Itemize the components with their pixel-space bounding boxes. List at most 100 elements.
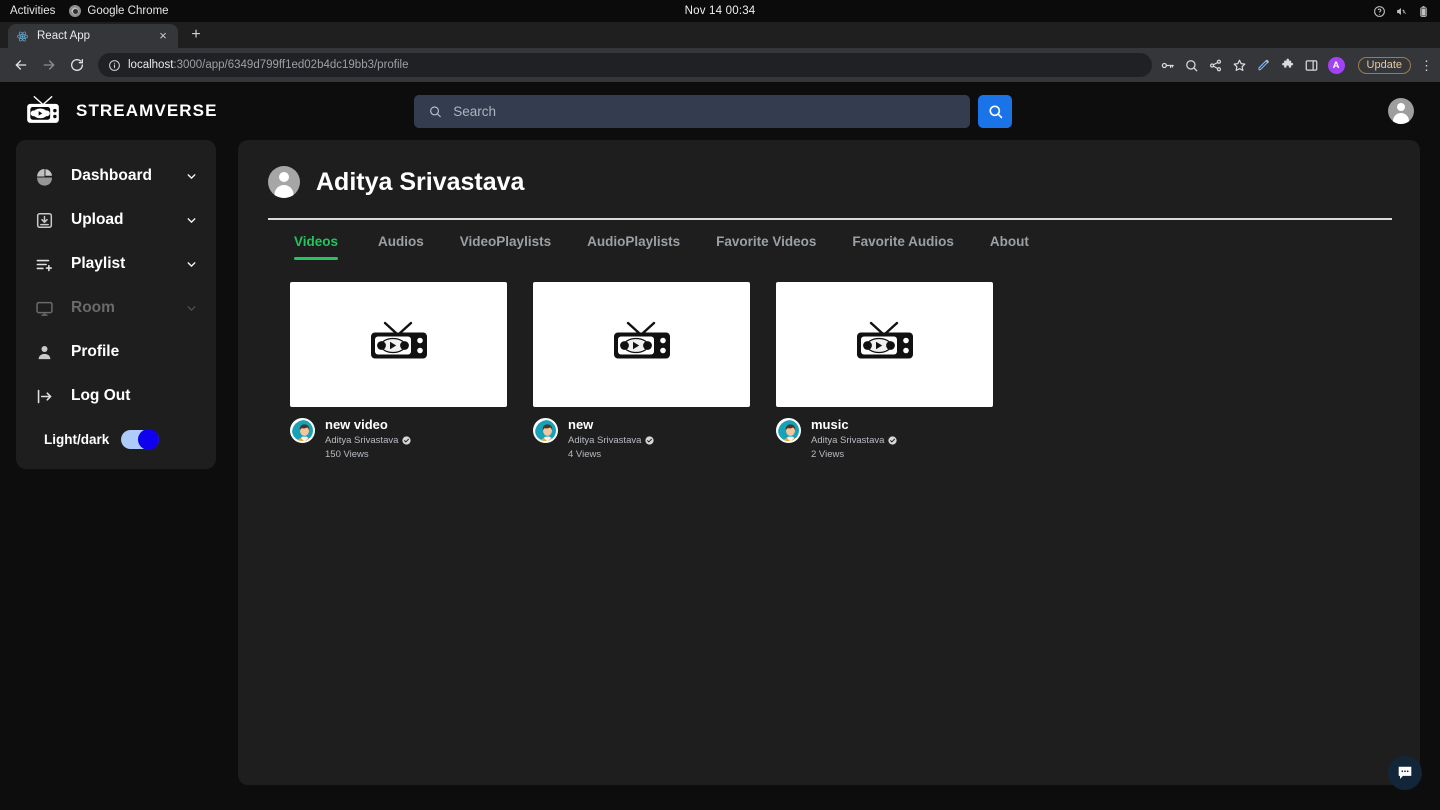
- app-root: STREAMVERSE Search Dashboard Upload Play…: [0, 82, 1440, 810]
- chevron-down-icon[interactable]: [185, 258, 198, 271]
- tab-favorite-videos[interactable]: Favorite Videos: [698, 234, 834, 260]
- account-avatar[interactable]: [1388, 98, 1414, 124]
- chevron-down-icon[interactable]: [185, 170, 198, 183]
- browser-profile-avatar[interactable]: A: [1327, 56, 1345, 74]
- tab-favorite-audios[interactable]: Favorite Audios: [834, 234, 972, 260]
- zoom-search-icon[interactable]: [1184, 58, 1199, 73]
- chrome-icon: [69, 5, 82, 17]
- chevron-down-icon[interactable]: [185, 214, 198, 227]
- sidebar-item-playlist[interactable]: Playlist: [16, 242, 216, 286]
- os-top-bar: Activities Google Chrome Nov 14 00:34: [0, 0, 1440, 22]
- video-card[interactable]: new Aditya Srivastava 4 Views: [533, 281, 750, 460]
- browser-toolbar: localhost:3000/app/6349d799ff1ed02b4dc19…: [0, 48, 1440, 82]
- url-path: :3000/app/6349d799ff1ed02b4dc19bb3/profi…: [173, 59, 409, 71]
- tv-icon: [370, 321, 427, 359]
- forward-button[interactable]: [36, 52, 62, 78]
- channel-avatar[interactable]: [776, 417, 801, 443]
- volume-muted-icon[interactable]: [1395, 5, 1408, 18]
- video-title: new video: [325, 416, 388, 432]
- help-icon[interactable]: [1373, 5, 1386, 18]
- avatar-body: [274, 185, 294, 198]
- close-icon[interactable]: ×: [156, 29, 170, 43]
- app-body: Dashboard Upload Playlist Room Profile L…: [0, 140, 1440, 785]
- brand-name: STREAMVERSE: [76, 101, 218, 120]
- bookmark-star-icon[interactable]: [1232, 58, 1247, 73]
- sidebar-item-label: Log Out: [71, 387, 131, 404]
- brand[interactable]: STREAMVERSE: [24, 95, 414, 127]
- side-panel-icon[interactable]: [1304, 58, 1319, 73]
- address-bar[interactable]: localhost:3000/app/6349d799ff1ed02b4dc19…: [98, 53, 1152, 77]
- sidebar-item-label: Profile: [71, 343, 120, 360]
- browser-tab[interactable]: React App ×: [8, 24, 178, 48]
- video-card-meta: music Aditya Srivastava 2 Views: [776, 407, 993, 460]
- channel-name: Aditya Srivastava: [325, 434, 399, 446]
- channel-avatar[interactable]: [290, 417, 315, 443]
- tab-videos[interactable]: Videos: [294, 234, 360, 260]
- password-key-icon[interactable]: [1160, 58, 1175, 73]
- tv-icon: [856, 321, 913, 359]
- browser-tab-title: React App: [37, 30, 91, 42]
- video-card-meta: new video Aditya Srivastava 150 Views: [290, 407, 507, 460]
- video-title: new: [568, 416, 594, 432]
- tv-logo-icon: [27, 96, 59, 123]
- address-bar-text: localhost:3000/app/6349d799ff1ed02b4dc19…: [128, 59, 409, 71]
- update-button[interactable]: Update: [1357, 56, 1411, 74]
- tab-audioplaylists[interactable]: AudioPlaylists: [569, 234, 698, 260]
- pen-icon[interactable]: [1256, 58, 1271, 73]
- search-area: [414, 94, 1012, 128]
- video-card[interactable]: new video Aditya Srivastava 150 Views: [290, 281, 507, 460]
- battery-icon[interactable]: [1417, 5, 1430, 18]
- verified-icon: [645, 436, 655, 445]
- person-icon: [34, 342, 55, 363]
- sidebar-item-label: Room: [71, 299, 115, 316]
- search-input[interactable]: [453, 103, 956, 119]
- back-button[interactable]: [8, 52, 34, 78]
- sidebar-item-room[interactable]: Room: [16, 286, 216, 330]
- video-views: 2 Views: [811, 448, 845, 460]
- avatar-body: [1393, 113, 1409, 124]
- tab-audios[interactable]: Audios: [360, 234, 442, 260]
- browser-menu-button[interactable]: ⋮: [1420, 59, 1433, 72]
- profile-header: Aditya Srivastava: [268, 166, 1392, 218]
- chevron-down-icon[interactable]: [185, 302, 198, 315]
- extensions-puzzle-icon[interactable]: [1280, 58, 1295, 73]
- sidebar-item-dashboard[interactable]: Dashboard: [16, 154, 216, 198]
- chat-fab-button[interactable]: [1388, 756, 1422, 790]
- forward-arrow-icon: [43, 60, 55, 70]
- activities-button[interactable]: Activities: [10, 5, 55, 17]
- channel-name: Aditya Srivastava: [811, 434, 885, 446]
- theme-toggle[interactable]: [121, 429, 160, 450]
- os-active-app-label: Google Chrome: [87, 5, 169, 17]
- channel-avatar[interactable]: [533, 417, 558, 443]
- toggle-knob: [138, 429, 160, 450]
- verified-icon: [888, 436, 898, 445]
- reload-button[interactable]: [64, 52, 90, 78]
- back-arrow-icon: [15, 60, 27, 70]
- video-channel: Aditya Srivastava: [325, 434, 412, 446]
- video-thumbnail[interactable]: [533, 281, 750, 407]
- tv-icon: [613, 321, 670, 359]
- os-active-app[interactable]: Google Chrome: [69, 5, 169, 17]
- theme-toggle-row: Light/dark: [16, 418, 216, 450]
- tab-about[interactable]: About: [972, 234, 1047, 260]
- profile-avatar[interactable]: [268, 166, 300, 198]
- app-header: STREAMVERSE: [0, 82, 1440, 140]
- upload-box-icon: [34, 210, 55, 231]
- site-info-icon[interactable]: [108, 59, 121, 72]
- search-button[interactable]: [978, 94, 1012, 128]
- video-card[interactable]: music Aditya Srivastava 2 Views: [776, 281, 993, 460]
- search-box[interactable]: [414, 94, 970, 128]
- new-tab-button[interactable]: +: [184, 24, 208, 48]
- sidebar-item-profile[interactable]: Profile: [16, 330, 216, 374]
- video-thumbnail[interactable]: [776, 281, 993, 407]
- sidebar-item-upload[interactable]: Upload: [16, 198, 216, 242]
- video-grid: new video Aditya Srivastava 150 Views ne…: [268, 260, 1392, 460]
- page-title: Aditya Srivastava: [316, 167, 525, 196]
- video-thumbnail[interactable]: [290, 281, 507, 407]
- os-clock[interactable]: Nov 14 00:34: [685, 5, 756, 17]
- sidebar-item-logout[interactable]: Log Out: [16, 374, 216, 418]
- pie-chart-icon: [34, 166, 55, 187]
- share-icon[interactable]: [1208, 58, 1223, 73]
- tab-videoplaylists[interactable]: VideoPlaylists: [442, 234, 569, 260]
- profile-tabs: Videos Audios VideoPlaylists AudioPlayli…: [268, 220, 1392, 260]
